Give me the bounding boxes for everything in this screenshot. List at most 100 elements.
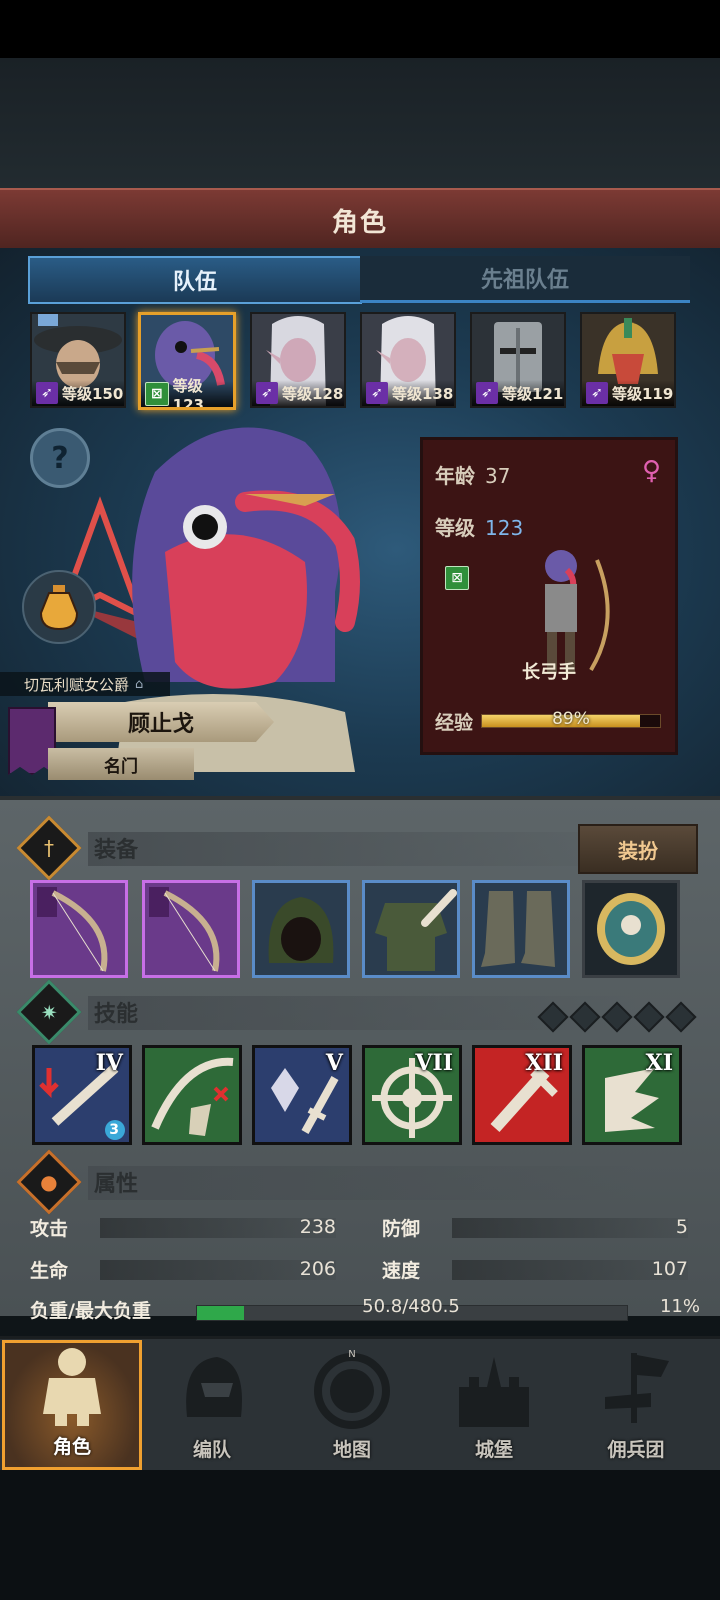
load-percent: 11% — [659, 1296, 700, 1317]
nav-label: 佣兵团 — [607, 1439, 665, 1461]
skill-3[interactable]: V — [252, 1045, 352, 1145]
skill-6[interactable]: XI — [582, 1045, 682, 1145]
attack-label: 攻击 — [30, 1217, 69, 1240]
defense-label: 防御 — [382, 1217, 421, 1240]
skill-rank: XII — [525, 1050, 563, 1076]
attack-stat: 攻击 238 — [30, 1212, 336, 1242]
potion-button[interactable] — [22, 570, 96, 644]
age-value: 37 — [485, 464, 511, 488]
question-icon: ? — [51, 440, 69, 476]
nav-formation[interactable]: 编队 — [142, 1340, 282, 1470]
skill-rank: VII — [415, 1050, 453, 1076]
defense-stat: 防御 5 — [382, 1212, 688, 1242]
weapon-slot-1[interactable] — [30, 880, 128, 978]
hero-name-plate[interactable]: 顾止戈 — [48, 702, 274, 742]
hero-level: 等级121 — [502, 384, 564, 403]
hp-value: 206 — [299, 1258, 336, 1280]
dress-up-button[interactable]: 装扮 — [578, 824, 698, 874]
nav-label: 城堡 — [474, 1439, 513, 1461]
hero-level-row: ➶ 等级138 — [362, 380, 454, 406]
skill-1[interactable]: IV 3 — [32, 1045, 132, 1145]
speed-label: 速度 — [382, 1259, 421, 1282]
noble-title: 切瓦利赋女公爵 ⌂ — [0, 672, 170, 696]
body-slot[interactable] — [362, 880, 460, 978]
hero-card-5[interactable]: ➶ 等级121 — [470, 312, 566, 408]
potion-icon — [39, 585, 79, 631]
attributes-title: 属性 — [94, 1172, 139, 1197]
skills-header: ✷ 技能 — [16, 979, 139, 1045]
level-row: 等级 123 — [435, 512, 523, 541]
page-title: 角色 — [331, 207, 388, 238]
skills-title: 技能 — [94, 1002, 139, 1027]
bow-class-icon: ➶ — [586, 382, 608, 404]
boots-icon — [481, 891, 555, 967]
banner-hand-icon — [605, 1353, 669, 1423]
load-value: 50.8/480.5 — [362, 1296, 460, 1317]
help-button[interactable]: ? — [30, 428, 90, 488]
hero-level-row: ➶ 等级119 — [582, 380, 674, 406]
exp-label: 经验 — [435, 711, 474, 734]
hood-icon — [268, 897, 334, 963]
nav-character[interactable]: 角色 — [2, 1340, 142, 1470]
level-label: 等级 — [435, 516, 475, 540]
weapon-slot-2[interactable] — [142, 880, 240, 978]
female-icon: ♀ — [641, 456, 661, 486]
skill-4[interactable]: VII — [362, 1045, 462, 1145]
hero-info-card: 年龄 37 ♀ 等级 123 ⊠ 长弓手 经验 89% — [420, 437, 678, 755]
tunic-icon — [375, 889, 457, 971]
status-bar — [0, 0, 720, 58]
arrow-cancel-icon — [151, 1057, 234, 1136]
skill-5[interactable]: XII — [472, 1045, 572, 1145]
skill-2[interactable] — [142, 1045, 242, 1145]
hero-card-4[interactable]: ➶ 等级138 — [360, 312, 456, 408]
hero-level: 等级119 — [612, 384, 674, 403]
hero-class-name: 长弓手 — [522, 662, 576, 683]
nav-label: 地图 — [332, 1439, 371, 1461]
defense-value: 5 — [675, 1216, 688, 1238]
section-divider — [88, 832, 638, 866]
tab-team-label: 队伍 — [172, 270, 217, 295]
title-bar: 角色 — [0, 188, 720, 252]
knight-icon — [43, 1348, 101, 1426]
equipment-header: † 装备 — [16, 815, 139, 881]
speed-value: 107 — [651, 1258, 688, 1280]
boots-slot[interactable] — [472, 880, 570, 978]
clan-name: 名门 — [104, 756, 138, 777]
hero-card-6[interactable]: ➶ 等级119 — [580, 312, 676, 408]
age-label: 年龄 — [435, 464, 475, 488]
crossbow-class-icon: ⊠ — [445, 566, 469, 590]
nav-map[interactable]: N 地图 — [282, 1340, 422, 1470]
accessory-slot[interactable] — [582, 880, 680, 978]
skill-rank: IV — [95, 1050, 123, 1076]
house-icon: ⌂ — [135, 676, 144, 692]
hero-level-row: ➶ 等级121 — [472, 380, 564, 406]
bow-icon — [149, 887, 220, 972]
tab-team[interactable]: 队伍 — [28, 256, 362, 304]
hero-name: 顾止戈 — [127, 712, 194, 737]
load-row: 负重/最大负重 50.8/480.5 11% — [30, 1296, 706, 1328]
tab-ancestor-label: 先祖队伍 — [480, 268, 569, 293]
svg-text:N: N — [348, 1349, 355, 1360]
nav-label: 角色 — [52, 1436, 91, 1458]
nav-castle[interactable]: 城堡 — [424, 1340, 564, 1470]
bow-icon — [37, 887, 108, 972]
hero-level: 等级138 — [392, 384, 454, 403]
stat-bar — [452, 1218, 688, 1238]
bow-class-icon: ➶ — [366, 382, 388, 404]
attack-value: 238 — [299, 1216, 336, 1238]
nav-label: 编队 — [192, 1439, 231, 1461]
nav-mercenary[interactable]: 佣兵团 — [566, 1340, 706, 1470]
head-slot[interactable] — [252, 880, 350, 978]
castle-icon — [459, 1357, 529, 1427]
load-label: 负重/最大负重 — [30, 1300, 151, 1322]
dress-up-label: 装扮 — [618, 838, 658, 863]
level-value: 123 — [485, 516, 524, 540]
exp-row: 经验 89% — [435, 708, 669, 734]
compass-icon: N — [314, 1349, 390, 1429]
system-nav-area — [0, 1470, 720, 1600]
clan-plate: 名门 — [48, 748, 194, 780]
medallion-icon — [597, 893, 665, 965]
equipment-title: 装备 — [94, 838, 139, 863]
tab-ancestor-team[interactable]: 先祖队伍 — [360, 256, 690, 303]
bow-class-icon: ➶ — [36, 382, 58, 404]
